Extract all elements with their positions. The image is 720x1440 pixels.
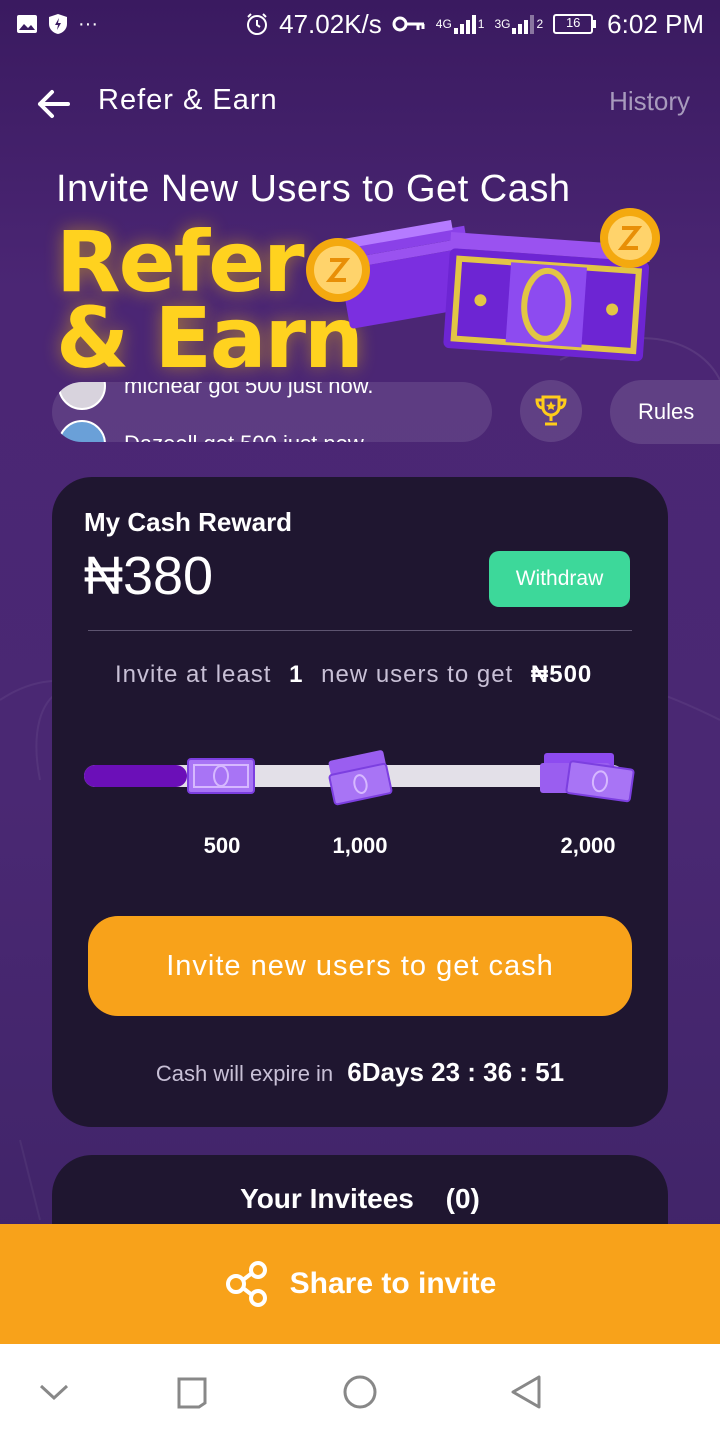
winners-ticker: michear got 500 just now. Dazeell got 50… [52,382,492,442]
network-type-sim1: 4G [435,17,452,31]
square-icon [177,1377,207,1409]
expiry-value: 6Days 23 : 36 : 51 [347,1057,565,1087]
cash-reward-card: My Cash Reward ₦380 Withdraw Invite at l… [52,477,668,1127]
milestone-label-2: 1,000 [332,833,388,858]
expiry-prefix: Cash will expire in [155,1061,334,1086]
network-speed: 47.02K/s [279,8,382,39]
invite-prefix: Invite at least [115,661,272,688]
page-title: Refer & Earn [98,84,278,116]
battery-level: 16 [565,15,581,30]
app-root: ··· 47.02K/s 4G 1 3G 2 16 6:02 PM Refer … [0,0,720,1440]
coin-right [600,208,660,268]
cash-stack-illustration [306,208,660,362]
triangle-back-icon [511,1375,541,1409]
cash-milestone-icon-1 [187,758,255,794]
progress-fill [84,765,187,787]
share-icon [225,1261,267,1307]
shield-icon [48,13,68,35]
invitees-label: Your Invitees [240,1183,414,1214]
invite-cta-button[interactable]: Invite new users to get cash [88,916,632,1016]
share-label: Share to invite [289,1267,497,1300]
cash-milestone-icon-3 [540,753,635,803]
signal-icon-sim2: 3G 2 [494,13,543,35]
arrow-left-icon [38,90,70,118]
milestone-label-3: 2,000 [560,833,616,858]
milestone-label-1: 500 [203,833,241,858]
network-type-sim2: 3G [494,17,511,31]
ticker-item: Dazeell got 500 just now [58,420,364,442]
ticker-item: michear got 500 just now. [58,382,373,410]
invite-count: 1 [289,661,304,688]
share-to-invite-button[interactable]: Share to invite [0,1224,720,1344]
avatar [58,420,106,442]
more-notifications-icon: ··· [78,12,98,35]
avatar [58,382,106,410]
nav-home-button[interactable] [340,1372,380,1412]
reward-amount: ₦380 [84,546,214,606]
rules-button[interactable]: Rules [610,380,720,444]
invite-reward: ₦500 [530,661,593,688]
expiry-countdown: Cash will expire in 6Days 23 : 36 : 51 [52,1057,668,1088]
gallery-icon [16,13,38,35]
invitees-title: Your Invitees (0) [52,1183,668,1215]
divider [88,630,632,631]
key-icon [392,14,426,34]
nav-back-button[interactable] [506,1372,546,1412]
top-bar: Refer & Earn History [0,72,720,132]
ticker-text: michear got 500 just now. [124,382,374,398]
status-bar: ··· 47.02K/s 4G 1 3G 2 16 6:02 PM [0,0,720,48]
coin-left [306,238,370,302]
clock: 6:02 PM [607,8,704,39]
invite-mid: new users to get [321,661,514,688]
leaderboard-button[interactable] [520,380,582,442]
trophy-icon [535,395,567,426]
alarm-icon [245,12,269,36]
nav-recents-button[interactable] [172,1372,212,1412]
signal-icon-sim1: 4G 1 [435,13,485,35]
back-button[interactable] [34,84,74,124]
withdraw-button[interactable]: Withdraw [489,551,630,607]
system-nav-bar [0,1344,720,1440]
nav-collapse-button[interactable] [34,1372,74,1412]
invite-requirement: Invite at least 1 new users to get ₦500 [115,661,592,689]
sim2-label: 2 [536,17,544,31]
chevron-down-icon [39,1384,69,1401]
ticker-text: Dazeell got 500 just now [124,431,364,442]
sim1-label: 1 [477,17,485,31]
reward-title: My Cash Reward [84,507,293,537]
battery-icon: 16 [553,13,597,35]
cash-milestone-icon-2 [328,750,393,806]
invitees-count: (0) [445,1183,480,1214]
circle-icon [343,1375,377,1409]
history-link[interactable]: History [609,86,690,117]
